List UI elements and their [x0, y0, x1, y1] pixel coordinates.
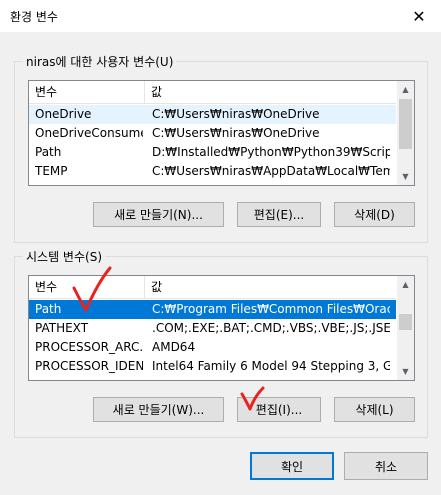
vertical-scrollbar[interactable]: ▲ ▼	[397, 81, 414, 185]
variable-name: OneDrive	[35, 107, 92, 121]
variable-name: OneDriveConsumer	[35, 126, 143, 140]
button-label: 새로 만들기(W)...	[112, 403, 205, 417]
scroll-down-icon[interactable]: ▼	[397, 168, 414, 185]
title-bar: 환경 변수 ✕	[0, 0, 441, 32]
variable-value: D:₩Installed₩Python₩Python39₩Scripts₩;..…	[152, 145, 390, 159]
column-header-variable[interactable]: 변수	[29, 276, 145, 298]
window-title: 환경 변수	[10, 10, 58, 24]
variable-value: C:₩Program Files₩Common Files₩Oracle₩...	[152, 302, 390, 316]
list-item[interactable]: Path D:₩Installed₩Python₩Python39₩Script…	[29, 143, 396, 162]
variable-name: Path	[35, 145, 62, 159]
scroll-thumb[interactable]	[399, 99, 412, 149]
variable-value: C:₩Users₩niras₩OneDrive	[152, 126, 320, 140]
list-item[interactable]: Path C:₩Program Files₩Common Files₩Oracl…	[29, 300, 396, 319]
system-variables-label: 시스템 변수(S)	[23, 248, 105, 265]
list-item[interactable]: PROCESSOR_IDEN... Intel64 Family 6 Model…	[29, 357, 396, 376]
system-new-button[interactable]: 새로 만들기(W)...	[93, 397, 224, 422]
close-icon: ✕	[412, 6, 426, 26]
button-label: 새로 만들기(N)...	[114, 208, 203, 222]
scroll-up-icon[interactable]: ▲	[397, 276, 414, 293]
user-edit-button[interactable]: 편집(E)...	[237, 202, 321, 227]
column-header-value[interactable]: 값	[145, 81, 396, 103]
vertical-scrollbar[interactable]: ▲ ▼	[397, 276, 414, 380]
variable-value: AMD64	[152, 340, 196, 354]
system-delete-button[interactable]: 삭제(L)	[334, 397, 415, 422]
variable-value: C:₩Users₩niras₩AppData₩Local₩Temp	[152, 164, 390, 178]
list-header: 변수 값	[29, 276, 396, 299]
button-label: 편집(I)...	[255, 403, 303, 417]
button-label: 삭제(D)	[354, 208, 395, 222]
variable-name: PATHEXT	[35, 321, 89, 335]
list-item[interactable]: OneDrive C:₩Users₩niras₩OneDrive	[29, 105, 396, 124]
scroll-down-icon[interactable]: ▼	[397, 363, 414, 380]
list-item[interactable]: OneDriveConsumer C:₩Users₩niras₩OneDrive	[29, 124, 396, 143]
close-button[interactable]: ✕	[397, 0, 441, 32]
variable-name: PROCESSOR_ARC...	[35, 340, 143, 354]
list-header: 변수 값	[29, 81, 396, 104]
list-item[interactable]: TEMP C:₩Users₩niras₩AppData₩Local₩Temp	[29, 162, 396, 181]
user-variables-list[interactable]: 변수 값 OneDrive C:₩Users₩niras₩OneDrive On…	[28, 80, 415, 186]
button-label: 삭제(L)	[355, 403, 394, 417]
variable-value: Intel64 Family 6 Model 94 Stepping 3, Ge…	[152, 359, 390, 373]
column-header-variable[interactable]: 변수	[29, 81, 145, 103]
ok-button[interactable]: 확인	[250, 452, 334, 480]
user-new-button[interactable]: 새로 만들기(N)...	[93, 202, 224, 227]
button-label: 취소	[374, 459, 398, 474]
button-label: 편집(E)...	[253, 208, 305, 222]
scroll-up-icon[interactable]: ▲	[397, 81, 414, 98]
column-header-value[interactable]: 값	[145, 276, 396, 298]
scroll-thumb[interactable]	[399, 314, 412, 330]
list-item[interactable]: PATHEXT .COM;.EXE;.BAT;.CMD;.VBS;.VBE;.J…	[29, 319, 396, 338]
variable-value: .COM;.EXE;.BAT;.CMD;.VBS;.VBE;.JS;.JSE;.…	[152, 321, 390, 335]
variable-name: PROCESSOR_IDEN...	[35, 359, 143, 373]
button-label: 확인	[280, 459, 304, 474]
variable-name: Path	[35, 302, 62, 316]
user-variables-label: niras에 대한 사용자 변수(U)	[23, 53, 177, 70]
variable-name: TEMP	[35, 164, 68, 178]
system-edit-button[interactable]: 편집(I)...	[237, 397, 321, 422]
variable-value: C:₩Users₩niras₩OneDrive	[152, 107, 320, 121]
system-variables-list[interactable]: 변수 값 Path C:₩Program Files₩Common Files₩…	[28, 275, 415, 381]
cancel-button[interactable]: 취소	[344, 452, 428, 480]
user-delete-button[interactable]: 삭제(D)	[334, 202, 415, 227]
list-item[interactable]: PROCESSOR_ARC... AMD64	[29, 338, 396, 357]
